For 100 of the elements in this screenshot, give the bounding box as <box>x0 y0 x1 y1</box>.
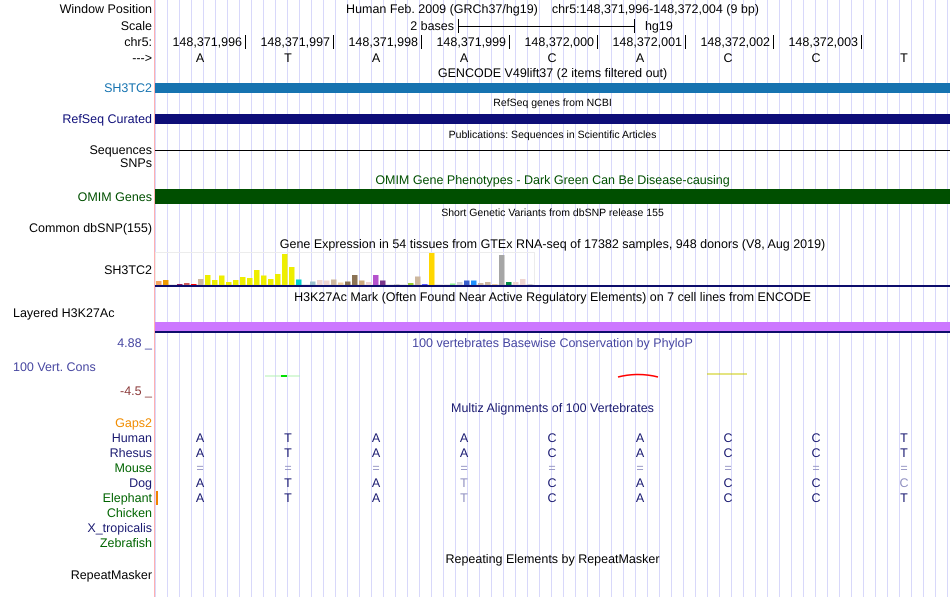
track-label[interactable]: Layered H3K27Ac <box>13 306 114 320</box>
alignment-base: A <box>636 430 644 444</box>
alignment-base: A <box>196 490 204 504</box>
track-title: Gene Expression in 54 tissues from GTEx RNA-seq of 17382 samples, 948 donors (V8, Aug 2019) <box>280 236 826 250</box>
alignment-base: C <box>723 446 733 460</box>
ruler-position: 148,371,998 <box>332 35 422 49</box>
alignment-base: A <box>460 446 468 460</box>
sequence-base: T <box>900 50 908 64</box>
alignment-base: A <box>372 490 380 504</box>
alignment-base: T <box>284 430 292 444</box>
alignment-base: C <box>811 476 821 490</box>
species-label[interactable]: Chicken <box>106 506 152 520</box>
species-label[interactable]: Elephant <box>102 490 152 504</box>
alignment-base: C <box>547 490 557 504</box>
track-title: RefSeq genes from NCBI <box>493 97 612 109</box>
species-label[interactable]: Rhesus <box>110 446 152 460</box>
scale-span: 2 bases <box>410 18 454 32</box>
track-label[interactable]: SH3TC2 <box>104 80 152 94</box>
alignment-base: A <box>636 490 644 504</box>
alignment-base: A <box>196 476 204 490</box>
alignment-base: A <box>196 430 204 444</box>
alignment-base: = <box>372 460 380 474</box>
alignment-base: A <box>636 476 644 490</box>
track-label[interactable]: SH3TC2 <box>104 263 152 277</box>
ruler-position: 148,372,002 <box>684 35 774 49</box>
track-title: Short Genetic Variants from dbSNP release 155 <box>441 206 664 218</box>
alignment-base: A <box>460 430 468 444</box>
sequence-base: C <box>723 50 733 64</box>
alignment-base: = <box>724 460 732 474</box>
alignment-base: C <box>723 490 733 504</box>
axis-max-label: 4.88 _ <box>117 336 152 350</box>
genome-assembly: Human Feb. 2009 (GRCh37/hg19) <box>346 2 538 16</box>
track-label[interactable]: 100 Vert. Cons <box>13 360 96 374</box>
alignment-base: T <box>900 430 908 444</box>
track-title: Multiz Alignments of 100 Vertebrates <box>451 401 654 415</box>
assembly-name: hg19 <box>644 18 673 32</box>
alignment-base: C <box>547 446 557 460</box>
sequence-base: A <box>372 50 380 64</box>
sequence-base: C <box>547 50 557 64</box>
species-label[interactable]: X_tropicalis <box>87 520 152 534</box>
alignment-base: A <box>372 476 380 490</box>
track-label[interactable]: OMIM Genes <box>78 190 152 204</box>
track-title: 100 vertebrates Basewise Conservation by PhyloP <box>412 336 693 350</box>
track-label[interactable]: SNPs <box>120 156 152 170</box>
alignment-base: T <box>284 490 292 504</box>
ruler-position: 148,372,000 <box>508 35 598 49</box>
track-title: H3K27Ac Mark (Often Found Near Active Regulatory Elements) on 7 cell lines from ENCODE <box>294 290 811 304</box>
ruler-position: 148,372,001 <box>596 35 686 49</box>
alignment-base: T <box>460 490 468 504</box>
alignment-base: C <box>899 476 909 490</box>
alignment-base: = <box>284 460 292 474</box>
row-label: Window Position <box>60 2 152 16</box>
alignment-base: = <box>900 460 908 474</box>
alignment-base: = <box>196 460 204 474</box>
track-label[interactable]: Sequences <box>89 143 152 157</box>
alignment-base: T <box>284 446 292 460</box>
alignment-base: C <box>723 476 733 490</box>
sequence-base: C <box>811 50 821 64</box>
alignment-base: = <box>812 460 820 474</box>
alignment-base: T <box>460 476 468 490</box>
alignment-base: A <box>636 446 644 460</box>
sequence-base: A <box>460 50 468 64</box>
strand-label[interactable]: ---> <box>132 50 152 64</box>
axis-min-label: -4.5 _ <box>120 384 152 398</box>
alignment-base: A <box>372 446 380 460</box>
gene-bar[interactable] <box>155 114 950 124</box>
row-label: chr5: <box>124 35 152 49</box>
track-title: Repeating Elements by RepeatMasker <box>445 552 660 566</box>
alignment-base: = <box>548 460 556 474</box>
alignment-base: C <box>547 430 557 444</box>
alignment-base: C <box>547 476 557 490</box>
alignment-base: T <box>900 446 908 460</box>
position-range[interactable]: chr5:148,371,996-148,372,004 (9 bp) <box>552 2 759 16</box>
species-label[interactable]: Human <box>112 430 152 444</box>
ruler-position: 148,371,997 <box>244 35 334 49</box>
alignment-base: A <box>196 446 204 460</box>
sequence-base: A <box>636 50 644 64</box>
gap-mark <box>156 491 158 505</box>
species-label[interactable]: Dog <box>129 476 152 490</box>
species-label[interactable]: Mouse <box>114 460 152 474</box>
track-label[interactable]: RefSeq Curated <box>62 112 152 126</box>
alignment-base: C <box>811 430 821 444</box>
track-title: Publications: Sequences in Scientific Articles <box>448 128 656 140</box>
alignment-base: T <box>900 490 908 504</box>
alignment-base: C <box>723 430 733 444</box>
alignment-base: = <box>460 460 468 474</box>
sequence-base: T <box>284 50 292 64</box>
alignment-base: C <box>811 490 821 504</box>
ruler-position: 148,371,999 <box>420 35 510 49</box>
track-label[interactable]: RepeatMasker <box>70 568 152 582</box>
row-label: Scale <box>120 18 152 32</box>
species-label[interactable]: Zebrafish <box>100 536 152 550</box>
ruler-position: 148,371,996 <box>156 35 246 49</box>
alignment-base: = <box>636 460 644 474</box>
sequence-base: A <box>196 50 204 64</box>
track-title: GENCODE V49lift37 (2 items filtered out) <box>438 66 668 80</box>
alignment-base: A <box>372 430 380 444</box>
track-title: OMIM Gene Phenotypes - Dark Green Can Be Disease-causing <box>375 172 730 186</box>
alignment-base: C <box>811 446 821 460</box>
track-label[interactable]: Common dbSNP(155) <box>29 220 152 234</box>
